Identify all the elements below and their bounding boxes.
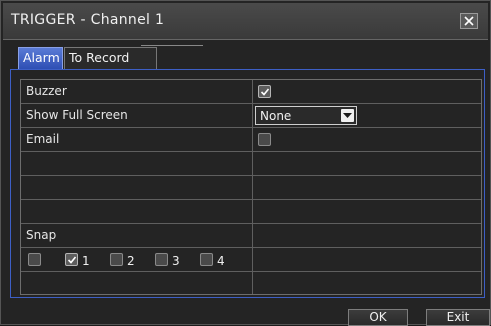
snap-channel-4-checkbox[interactable] <box>200 253 213 266</box>
close-x-icon <box>464 16 474 26</box>
dropdown-arrow-icon <box>341 109 354 122</box>
alarm-panel: Buzzer Show Full Screen None Email Snap … <box>10 69 485 298</box>
close-button[interactable] <box>460 13 478 29</box>
settings-grid: Buzzer Show Full Screen None Email Snap … <box>20 79 482 295</box>
snap-channel-4-label: 4 <box>217 254 225 268</box>
email-row: Email <box>21 128 481 152</box>
snap-channel-3-checkbox[interactable] <box>155 253 168 266</box>
empty-row <box>21 152 481 176</box>
snap-all-checkbox[interactable] <box>28 253 41 266</box>
buzzer-row: Buzzer <box>21 80 481 104</box>
show-full-screen-value: None <box>260 109 292 123</box>
snap-label: Snap <box>26 228 57 242</box>
checkmark-icon <box>67 256 77 264</box>
empty-row <box>21 200 481 224</box>
snap-channel-2-label: 2 <box>127 254 135 268</box>
snap-channel-3-label: 3 <box>172 254 180 268</box>
show-full-screen-select[interactable]: None <box>255 106 357 125</box>
dialog-title: TRIGGER - Channel 1 <box>11 12 165 28</box>
email-checkbox[interactable] <box>258 133 271 146</box>
checkmark-icon <box>260 88 270 96</box>
email-label: Email <box>26 132 60 146</box>
ok-button[interactable]: OK <box>348 309 408 326</box>
show-full-screen-row: Show Full Screen None <box>21 104 481 128</box>
snap-channel-1-checkbox[interactable] <box>65 253 78 266</box>
trigger-dialog: TRIGGER - Channel 1 Alarm To Record Buzz… <box>0 0 491 326</box>
empty-row <box>21 176 481 200</box>
buzzer-label: Buzzer <box>26 84 67 98</box>
show-full-screen-label: Show Full Screen <box>26 108 128 122</box>
snap-channel-2-checkbox[interactable] <box>110 253 123 266</box>
exit-button[interactable]: Exit <box>426 309 490 326</box>
snap-row: Snap <box>21 224 481 248</box>
snap-channel-1-label: 1 <box>82 254 90 268</box>
tab-alarm[interactable]: Alarm <box>18 47 63 69</box>
snap-channels-row: 1 2 3 4 <box>21 248 481 272</box>
tab-to-record[interactable]: To Record <box>64 47 157 69</box>
empty-row <box>21 272 481 296</box>
tab-rule <box>141 45 203 46</box>
buzzer-checkbox[interactable] <box>258 85 271 98</box>
title-bar: TRIGGER - Channel 1 <box>3 3 488 40</box>
